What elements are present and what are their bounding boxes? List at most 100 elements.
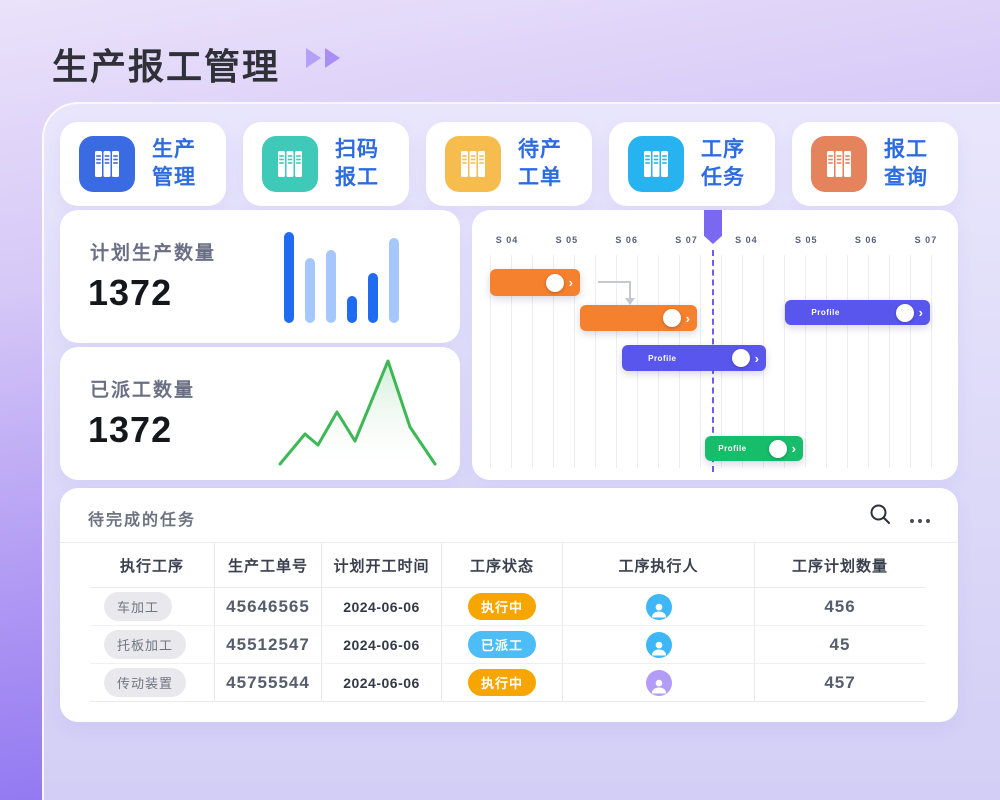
- nav-card-2[interactable]: 待产工单: [426, 122, 592, 206]
- table-header-cell: 工序状态: [442, 543, 563, 587]
- gantt-column-label: S 04: [735, 235, 758, 245]
- gantt-column-label: S 06: [855, 235, 878, 245]
- status-badge: 已派工: [468, 631, 536, 658]
- table-header-cell: 工序执行人: [563, 543, 755, 587]
- nav-label: 待产工单: [518, 136, 562, 193]
- search-icon[interactable]: [868, 502, 892, 531]
- gantt-connector: [598, 281, 631, 283]
- planned-qty: 456: [824, 597, 855, 617]
- order-number: 45646565: [226, 597, 310, 617]
- table-row-1: 托板加工 45512547 2024-06-06 已派工 45: [90, 626, 925, 664]
- gantt-gridline: [616, 255, 617, 468]
- status-badge: 执行中: [468, 593, 536, 620]
- planned-qty: 45: [830, 635, 851, 655]
- dispatched-line-chart: [275, 349, 445, 479]
- gantt-task-bar-0[interactable]: ›: [490, 269, 580, 296]
- gantt-gridline: [931, 255, 932, 468]
- bar: [389, 238, 399, 323]
- chevron-right-icon: ›: [569, 276, 573, 289]
- gantt-connector-arrow-icon: [625, 298, 635, 305]
- gantt-today-marker: [704, 210, 722, 244]
- table-header-cell: 执行工序: [90, 543, 215, 587]
- chevron-right-icon: ›: [792, 442, 796, 455]
- drag-handle-icon[interactable]: [732, 349, 750, 367]
- gantt-bar-label: Profile: [648, 354, 676, 363]
- nav-card-4[interactable]: 报工查询: [792, 122, 958, 206]
- chevron-right-icon: ›: [755, 352, 759, 365]
- executor-avatar: [646, 594, 672, 620]
- nav-card-3[interactable]: 工序任务: [609, 122, 775, 206]
- gantt-task-bar-3[interactable]: Profile ›: [785, 300, 930, 325]
- gantt-column-label: S 04: [496, 235, 519, 245]
- gantt-bar-label: Profile: [718, 444, 746, 453]
- order-number: 45755544: [226, 673, 310, 693]
- status-badge: 执行中: [468, 669, 536, 696]
- nav-label: 工序任务: [701, 136, 745, 193]
- books-icon: [811, 136, 867, 192]
- drag-handle-icon[interactable]: [769, 440, 787, 458]
- gantt-gridline: [910, 255, 911, 468]
- more-options-icon[interactable]: [910, 511, 930, 523]
- bar: [368, 273, 378, 323]
- gantt-column-label: S 07: [915, 235, 938, 245]
- books-icon: [628, 136, 684, 192]
- order-number: 45512547: [226, 635, 310, 655]
- bar: [305, 258, 315, 323]
- bar: [326, 250, 336, 323]
- play-arrow-icon: [325, 48, 340, 68]
- process-pill: 托板加工: [104, 630, 186, 659]
- tasks-header: 待完成的任务: [60, 488, 958, 543]
- chevron-right-icon: ›: [919, 306, 923, 319]
- drag-handle-icon[interactable]: [663, 309, 681, 327]
- table-header-row: 执行工序生产工单号计划开工时间工序状态工序执行人工序计划数量: [90, 543, 925, 588]
- gantt-gridline: [595, 255, 596, 468]
- gantt-gridline: [868, 255, 869, 468]
- nav-label: 扫码报工: [335, 136, 379, 193]
- production-report-dashboard: 生产报工管理 生产管理 扫码报工 待产工单 工序任务 报工查询 计划生产数量 1…: [0, 0, 1000, 800]
- planned-quantity-value: 1372: [88, 272, 172, 314]
- nav-card-1[interactable]: 扫码报工: [243, 122, 409, 206]
- books-icon: [262, 136, 318, 192]
- gantt-task-bar-4[interactable]: Profile ›: [705, 436, 803, 461]
- gantt-task-bar-2[interactable]: Profile ›: [622, 345, 766, 371]
- tasks-title: 待完成的任务: [88, 506, 196, 530]
- play-arrow-icon: [306, 48, 321, 68]
- gantt-gridline: [889, 255, 890, 468]
- gantt-gridline: [847, 255, 848, 468]
- drag-handle-icon[interactable]: [546, 274, 564, 292]
- dispatched-quantity-label: 已派工数量: [90, 375, 195, 402]
- gantt-gridline: [826, 255, 827, 468]
- nav-card-0[interactable]: 生产管理: [60, 122, 226, 206]
- title-arrows-icon: [306, 48, 340, 68]
- start-date: 2024-06-06: [343, 675, 420, 691]
- table-row-2: 传动装置 45755544 2024-06-06 执行中 457: [90, 664, 925, 702]
- gantt-connector: [629, 281, 631, 298]
- bar: [284, 232, 294, 323]
- drag-handle-icon[interactable]: [896, 304, 914, 322]
- nav-label: 生产管理: [152, 136, 196, 193]
- gantt-task-bar-1[interactable]: ›: [580, 305, 697, 331]
- table-header-cell: 计划开工时间: [322, 543, 442, 587]
- dispatched-quantity-value: 1372: [88, 409, 172, 451]
- process-pill: 车加工: [104, 592, 172, 621]
- start-date: 2024-06-06: [343, 637, 420, 653]
- gantt-column-label: S 05: [795, 235, 818, 245]
- executor-avatar: [646, 632, 672, 658]
- gantt-column-label: S 05: [556, 235, 579, 245]
- planned-qty: 457: [824, 673, 855, 693]
- table-header-cell: 工序计划数量: [755, 543, 925, 587]
- books-icon: [445, 136, 501, 192]
- table-row-0: 车加工 45646565 2024-06-06 执行中 456: [90, 588, 925, 626]
- page-title: 生产报工管理: [52, 38, 280, 90]
- start-date: 2024-06-06: [343, 599, 420, 615]
- executor-avatar: [646, 670, 672, 696]
- gantt-bar-label: Profile: [811, 308, 839, 317]
- books-icon: [79, 136, 135, 192]
- gantt-chart-card: S 04S 05S 06S 07S 04S 05S 06S 07 › ›Prof…: [472, 210, 958, 480]
- table-header-cell: 生产工单号: [215, 543, 322, 587]
- chevron-right-icon: ›: [686, 312, 690, 325]
- bar: [347, 296, 357, 323]
- gantt-column-label: S 06: [615, 235, 638, 245]
- gantt-gridline: [805, 255, 806, 468]
- nav-label: 报工查询: [884, 136, 928, 193]
